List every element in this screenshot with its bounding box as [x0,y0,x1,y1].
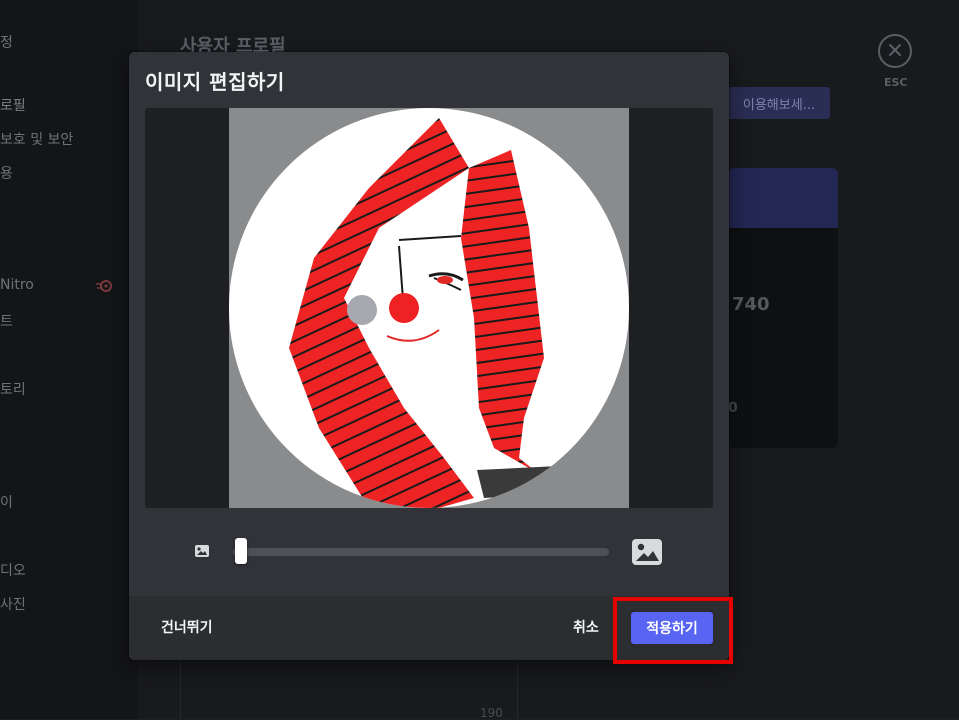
image-edit-modal: 이미지 편집하기 건너뛰기 취소 적용하기 [129,52,729,660]
annotation-highlight-box [613,597,733,664]
image-small-icon[interactable] [194,543,210,559]
nitro-icon [96,278,112,292]
avatar-image[interactable] [229,108,629,508]
close-icon [888,42,902,61]
sidebar-item[interactable]: 토리 [0,379,26,399]
skip-button[interactable]: 건너뛰기 [151,616,223,640]
close-settings-button[interactable] [878,34,912,68]
sidebar-item-profile[interactable]: 로필 [0,95,26,115]
esc-label: ESC [884,76,908,89]
profile-preview-card: 740 0 [728,168,838,448]
sidebar-item-privacy[interactable]: 보호 및 보안 [0,129,73,149]
sidebar-item[interactable]: 이 [0,492,13,512]
try-nitro-button[interactable]: 이용해보세... [728,87,830,119]
zoom-controls [129,532,729,572]
card-number: 740 [732,294,770,315]
sidebar-item[interactable]: 용 [0,163,13,183]
image-large-icon[interactable] [631,536,663,568]
profile-banner [728,168,838,228]
sidebar-item[interactable]: 디오 [0,560,26,580]
sidebar-item[interactable]: 사진 [0,594,26,614]
card-number-2: 0 [728,400,738,416]
zoom-slider-handle[interactable] [235,538,247,564]
sidebar-item[interactable]: 트 [0,311,13,331]
avatar-illustration [229,108,629,508]
image-crop-area[interactable] [145,108,713,508]
zoom-slider-track[interactable] [233,548,609,556]
modal-title: 이미지 편집하기 [145,70,285,94]
bottom-number: 190 [480,706,503,720]
settings-sidebar: 정 로필 보호 및 보안 용 Nitro 트 토리 이 디오 사진 [0,0,138,719]
cancel-button[interactable]: 취소 [567,616,605,640]
sidebar-item-nitro[interactable]: Nitro [0,277,34,293]
sidebar-item[interactable]: 정 [0,32,13,52]
